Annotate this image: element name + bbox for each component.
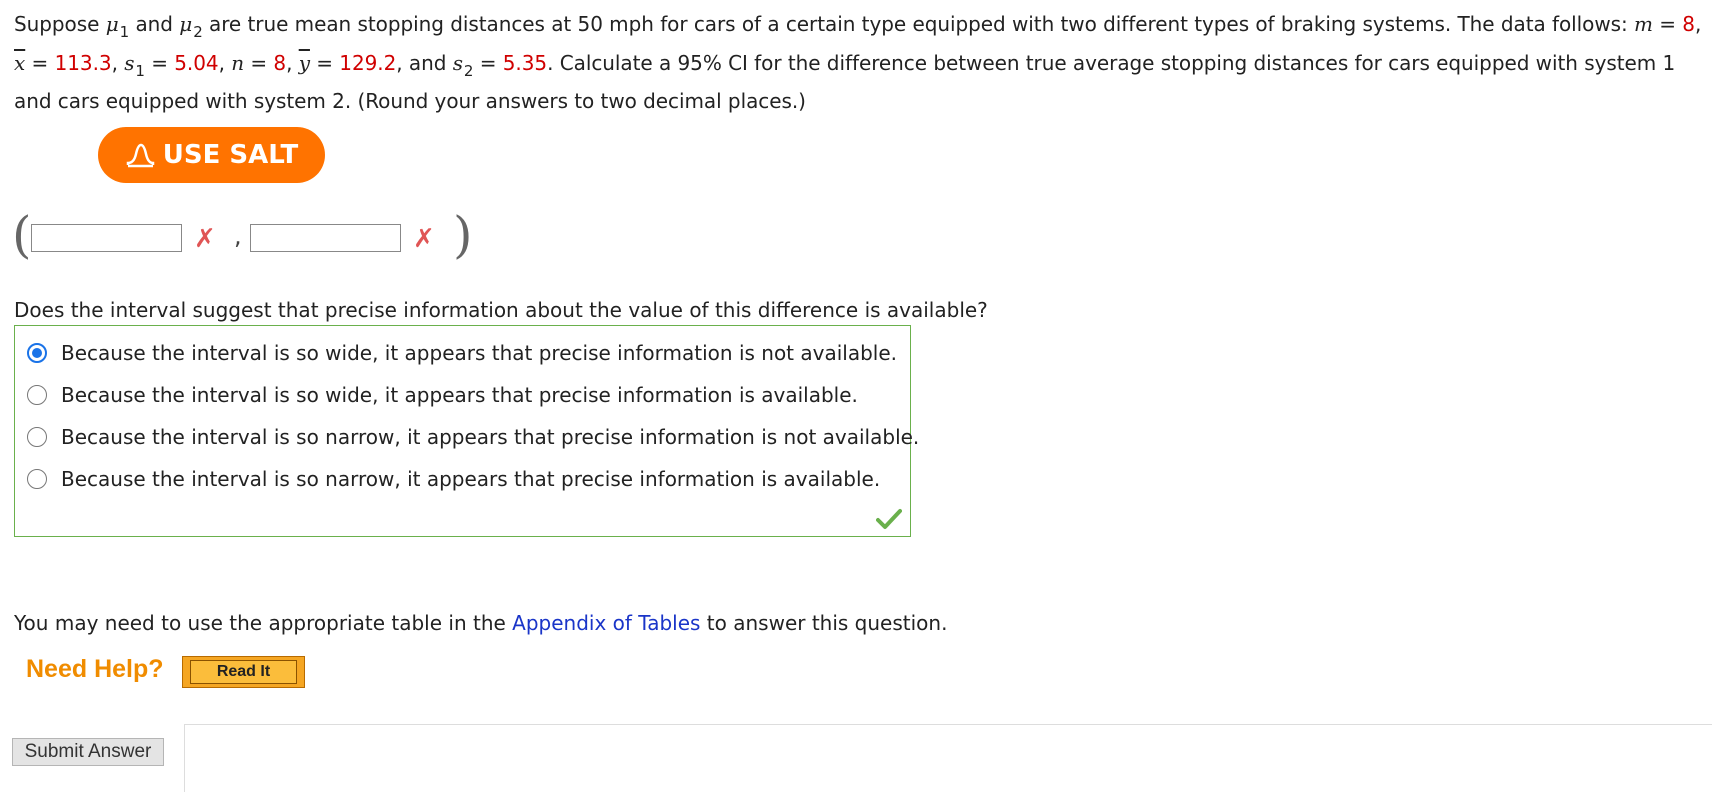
mc-option-1[interactable]: Because the interval is so wide, it appe… [27,341,897,365]
given-ybar: 129.2 [339,50,397,75]
given-s1: 5.04 [174,50,219,75]
given-s2: 5.35 [502,50,548,75]
read-it-button[interactable]: Read It [182,656,305,688]
radio[interactable] [27,385,47,405]
given-m: 8 [1682,12,1695,36]
mc-prompt: Does the interval suggest that precise i… [14,298,988,322]
footer-panel [184,724,1712,792]
confidence-interval-answer: ( ✗ , ✗ ) [12,206,492,268]
use-salt-label: USE SALT [162,140,299,170]
close-paren: ) [453,206,473,264]
given-xbar: 113.3 [54,50,112,75]
mc-option-4[interactable]: Because the interval is so narrow, it ap… [27,467,880,491]
mc-option-3[interactable]: Because the interval is so narrow, it ap… [27,425,919,449]
ci-lower-input[interactable] [31,224,182,252]
salt-logo-icon [126,143,154,168]
submit-answer-button[interactable]: Submit Answer [12,738,164,766]
need-help-label: Need Help? [26,655,164,683]
incorrect-icon: ✗ [413,224,435,254]
mc-option-label: Because the interval is so narrow, it ap… [61,425,920,449]
appendix-of-tables-link[interactable]: Appendix of Tables [512,611,700,635]
ci-upper-input[interactable] [250,224,401,252]
radio-selected[interactable] [27,343,47,363]
mc-option-label: Because the interval is so wide, it appe… [61,383,858,407]
multiple-choice-box: Because the interval is so wide, it appe… [14,325,919,537]
open-paren: ( [12,206,32,264]
mc-option-2[interactable]: Because the interval is so wide, it appe… [27,383,858,407]
radio[interactable] [27,469,47,489]
ci-separator: , [234,222,242,250]
mc-option-label: Because the interval is so narrow, it ap… [61,467,881,491]
radio[interactable] [27,427,47,447]
mc-option-label: Because the interval is so wide, it appe… [61,341,898,365]
given-n: 8 [273,50,287,75]
appendix-note: You may need to use the appropriate tabl… [14,611,948,635]
incorrect-icon: ✗ [194,224,216,254]
correct-check-icon [876,509,902,529]
question-text: Suppose μ1 and μ2 are true mean stopping… [14,12,1702,113]
read-it-label: Read It [189,660,298,684]
use-salt-button[interactable]: USE SALT [98,127,325,183]
